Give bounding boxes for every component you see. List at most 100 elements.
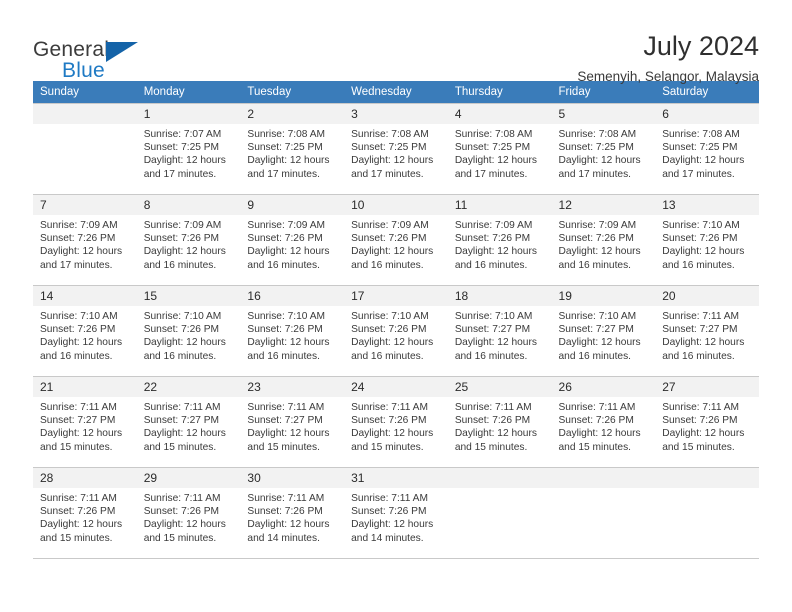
day-detail-sunrise: Sunrise: 7:09 AM — [247, 220, 325, 231]
day-detail-sunset: Sunset: 7:26 PM — [351, 324, 427, 336]
day-details — [33, 124, 137, 128]
day-detail-daylight1: Daylight: 12 hours — [143, 428, 226, 440]
calendar-day-cell[interactable]: 16 Sunrise: 7:10 AM Sunset: 7:26 PM Dayligh… — [240, 285, 345, 377]
day-number: 7 — [33, 195, 137, 215]
day-detail-sunset: Sunset: 7:26 PM — [351, 506, 427, 518]
day-detail-daylight1: Daylight: 12 hours — [454, 428, 537, 440]
day-details: Sunrise: 7:11 AM Sunset: 7:27 PM Daylight:… — [137, 397, 241, 454]
day-details: Sunrise: 7:11 AM Sunset: 7:26 PM Daylight:… — [344, 488, 448, 545]
day-detail-daylight2: and 16 minutes. — [662, 259, 735, 271]
calendar-day-cell[interactable]: 9 Sunrise: 7:09 AM Sunset: 7:26 PM Daylight… — [240, 194, 345, 286]
day-number: 27 — [655, 377, 759, 397]
calendar-day-cell[interactable]: 2 Sunrise: 7:08 AM Sunset: 7:25 PM Daylight… — [240, 103, 345, 195]
day-detail-daylight1: Daylight: 12 hours — [40, 246, 123, 258]
day-detail-daylight2: and 16 minutes. — [454, 259, 528, 271]
day-detail-daylight1: Daylight: 12 hours — [143, 337, 226, 349]
day-detail-daylight2: and 14 minutes. — [351, 532, 424, 544]
day-details: Sunrise: 7:09 AM Sunset: 7:26 PM Daylight:… — [448, 215, 552, 272]
calendar-day-cell[interactable]: 26 Sunrise: 7:11 AM Sunset: 7:26 PM Dayligh… — [551, 376, 656, 468]
day-number — [33, 104, 137, 124]
day-number: 24 — [344, 377, 448, 397]
calendar-day-cell[interactable]: 10 Sunrise: 7:09 AM Sunset: 7:26 PM Dayligh… — [344, 194, 448, 286]
calendar-day-cell[interactable]: 23 Sunrise: 7:11 AM Sunset: 7:27 PM Dayligh… — [240, 376, 345, 468]
calendar-day-cell[interactable]: 24 Sunrise: 7:11 AM Sunset: 7:26 PM Dayligh… — [344, 376, 448, 468]
calendar-day-cell[interactable]: 4 Sunrise: 7:08 AM Sunset: 7:25 PM Daylight… — [447, 103, 552, 195]
calendar-day-cell[interactable]: 12 Sunrise: 7:09 AM Sunset: 7:26 PM Dayligh… — [551, 194, 656, 286]
day-number: 1 — [136, 104, 241, 124]
day-detail-sunrise: Sunrise: 7:10 AM — [558, 311, 637, 322]
calendar-week-row: 28 Sunrise: 7:11 AM Sunset: 7:26 PM Dayligh… — [33, 467, 759, 559]
day-detail-daylight2: and 16 minutes. — [143, 259, 217, 271]
day-number — [655, 468, 759, 488]
day-detail-sunset: Sunset: 7:26 PM — [40, 324, 116, 336]
day-detail-daylight1: Daylight: 12 hours — [558, 428, 641, 440]
day-detail-sunset: Sunset: 7:27 PM — [558, 324, 634, 336]
calendar-day-cell[interactable]: 21 Sunrise: 7:11 AM Sunset: 7:27 PM Dayligh… — [33, 376, 137, 468]
day-detail-sunrise: Sunrise: 7:11 AM — [247, 493, 325, 504]
day-detail-daylight2: and 15 minutes. — [40, 441, 113, 453]
calendar-day-cell[interactable]: 14 Sunrise: 7:10 AM Sunset: 7:26 PM Dayligh… — [33, 285, 137, 377]
day-details: Sunrise: 7:07 AM Sunset: 7:25 PM Daylight:… — [137, 124, 241, 181]
day-details: Sunrise: 7:11 AM Sunset: 7:27 PM Daylight:… — [33, 397, 137, 454]
day-detail-daylight2: and 16 minutes. — [247, 259, 320, 271]
day-number: 11 — [447, 195, 552, 215]
calendar-day-cell[interactable]: 30 Sunrise: 7:11 AM Sunset: 7:26 PM Dayligh… — [240, 467, 345, 559]
calendar-day-cell[interactable]: 18 Sunrise: 7:10 AM Sunset: 7:27 PM Dayligh… — [447, 285, 552, 377]
day-detail-sunrise: Sunrise: 7:08 AM — [454, 129, 533, 140]
calendar-day-cell[interactable]: 22 Sunrise: 7:11 AM Sunset: 7:27 PM Dayligh… — [136, 376, 241, 468]
day-detail-sunrise: Sunrise: 7:11 AM — [351, 402, 428, 413]
day-detail-sunset: Sunset: 7:26 PM — [454, 415, 531, 427]
day-detail-daylight2: and 17 minutes. — [351, 168, 424, 180]
day-number: 30 — [240, 468, 345, 488]
day-number: 19 — [551, 286, 656, 306]
day-details: Sunrise: 7:08 AM Sunset: 7:25 PM Daylight:… — [552, 124, 656, 181]
day-detail-daylight2: and 16 minutes. — [558, 259, 632, 271]
calendar-day-cell[interactable]: 13 Sunrise: 7:10 AM Sunset: 7:26 PM Dayligh… — [655, 194, 759, 286]
day-detail-daylight1: Daylight: 12 hours — [662, 155, 745, 167]
day-detail-daylight2: and 15 minutes. — [247, 441, 320, 453]
calendar-day-cell[interactable]: 25 Sunrise: 7:11 AM Sunset: 7:26 PM Dayligh… — [447, 376, 552, 468]
day-number: 6 — [655, 104, 759, 124]
calendar-day-cell[interactable]: 17 Sunrise: 7:10 AM Sunset: 7:26 PM Dayligh… — [344, 285, 448, 377]
day-detail-sunrise: Sunrise: 7:10 AM — [662, 220, 740, 231]
day-number: 10 — [344, 195, 448, 215]
day-details: Sunrise: 7:11 AM Sunset: 7:26 PM Daylight:… — [240, 488, 344, 545]
brand-logo[interactable]: General Blue — [33, 30, 233, 88]
triangle-logo-icon — [106, 42, 138, 62]
day-detail-daylight1: Daylight: 12 hours — [454, 337, 537, 349]
day-number: 5 — [551, 104, 656, 124]
day-detail-sunset: Sunset: 7:26 PM — [143, 233, 220, 245]
calendar-day-cell[interactable]: 28 Sunrise: 7:11 AM Sunset: 7:26 PM Dayligh… — [33, 467, 137, 559]
day-detail-sunset: Sunset: 7:26 PM — [143, 324, 220, 336]
calendar-day-cell[interactable]: 7 Sunrise: 7:09 AM Sunset: 7:26 PM Daylight… — [33, 194, 137, 286]
calendar-day-cell[interactable]: 3 Sunrise: 7:08 AM Sunset: 7:25 PM Daylight… — [344, 103, 448, 195]
day-details: Sunrise: 7:09 AM Sunset: 7:26 PM Daylight:… — [33, 215, 137, 272]
day-detail-sunset: Sunset: 7:26 PM — [247, 233, 323, 245]
brand-name-blue: Blue — [62, 59, 105, 82]
day-detail-daylight1: Daylight: 12 hours — [351, 519, 434, 531]
calendar-day-cell[interactable]: 15 Sunrise: 7:10 AM Sunset: 7:26 PM Dayligh… — [136, 285, 241, 377]
day-detail-sunrise: Sunrise: 7:10 AM — [351, 311, 429, 322]
day-detail-sunrise: Sunrise: 7:11 AM — [143, 493, 221, 504]
day-details: Sunrise: 7:11 AM Sunset: 7:26 PM Daylight:… — [344, 397, 448, 454]
day-number: 23 — [240, 377, 345, 397]
day-detail-sunset: Sunset: 7:27 PM — [143, 415, 220, 427]
calendar-day-cell[interactable]: 11 Sunrise: 7:09 AM Sunset: 7:26 PM Dayligh… — [447, 194, 552, 286]
day-number: 20 — [655, 286, 759, 306]
day-detail-sunset: Sunset: 7:27 PM — [40, 415, 116, 427]
calendar-day-cell[interactable]: 5 Sunrise: 7:08 AM Sunset: 7:25 PM Daylight… — [551, 103, 656, 195]
calendar-page: General Blue July 2024 Semenyih, Selango… — [0, 0, 792, 612]
calendar-day-cell[interactable]: 31 Sunrise: 7:11 AM Sunset: 7:26 PM Dayligh… — [344, 467, 448, 559]
calendar-day-cell[interactable]: 19 Sunrise: 7:10 AM Sunset: 7:27 PM Dayligh… — [551, 285, 656, 377]
calendar-day-cell[interactable]: 29 Sunrise: 7:11 AM Sunset: 7:26 PM Dayligh… — [136, 467, 241, 559]
day-detail-sunrise: Sunrise: 7:11 AM — [40, 493, 117, 504]
calendar-day-cell[interactable]: 6 Sunrise: 7:08 AM Sunset: 7:25 PM Daylight… — [655, 103, 759, 195]
day-details: Sunrise: 7:11 AM Sunset: 7:26 PM Daylight:… — [655, 397, 759, 454]
calendar-day-cell[interactable]: 8 Sunrise: 7:09 AM Sunset: 7:26 PM Daylight… — [136, 194, 241, 286]
day-detail-sunrise: Sunrise: 7:11 AM — [662, 402, 740, 413]
calendar-day-cell[interactable]: 27 Sunrise: 7:11 AM Sunset: 7:26 PM Dayligh… — [655, 376, 759, 468]
day-detail-daylight2: and 14 minutes. — [247, 532, 320, 544]
calendar-day-cell[interactable]: 1 Sunrise: 7:07 AM Sunset: 7:25 PM Daylight… — [136, 103, 241, 195]
calendar-day-cell[interactable]: 20 Sunrise: 7:11 AM Sunset: 7:27 PM Dayligh… — [655, 285, 759, 377]
day-detail-sunrise: Sunrise: 7:11 AM — [454, 402, 532, 413]
